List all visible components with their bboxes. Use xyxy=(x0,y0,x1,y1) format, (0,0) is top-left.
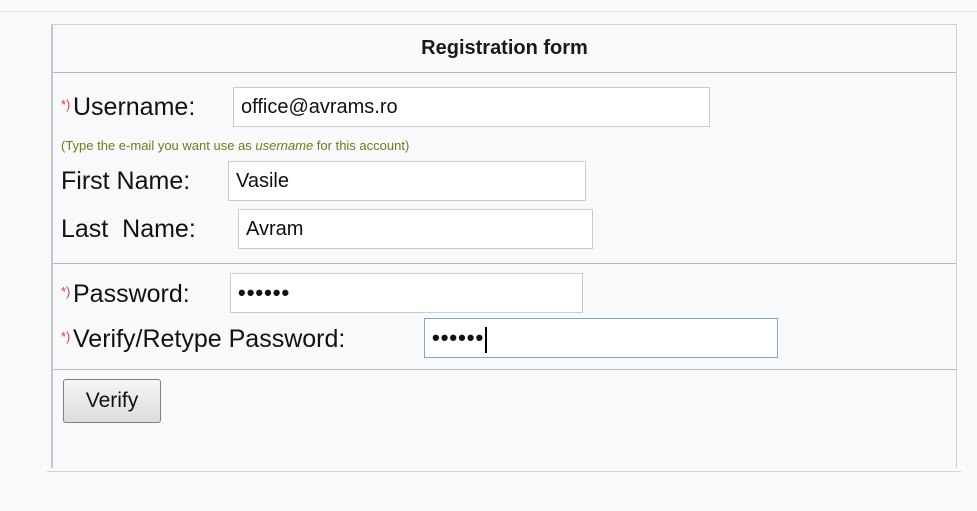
last-name-input[interactable] xyxy=(238,209,593,249)
text-caret xyxy=(485,326,488,353)
name-section-divider xyxy=(53,263,956,264)
username-row: *) Username: xyxy=(61,89,195,125)
verify-button[interactable]: Verify xyxy=(63,379,161,423)
verify-password-masked-value: •••••• xyxy=(432,325,485,350)
username-hint-text-end: for this account) xyxy=(313,138,410,153)
password-masked-value: •••••• xyxy=(238,280,291,305)
first-name-row: First Name: xyxy=(61,163,190,199)
verify-password-input[interactable]: •••••• xyxy=(424,318,778,358)
verify-password-row: *) Verify/Retype Password: xyxy=(61,321,345,357)
password-row: *) Password: xyxy=(61,276,190,312)
header-divider xyxy=(53,72,956,73)
registration-form: Registration form *) Username: (Type the… xyxy=(51,24,957,468)
required-marker: *) xyxy=(61,96,71,112)
verify-password-label: Verify/Retype Password: xyxy=(73,324,346,353)
username-input[interactable] xyxy=(233,87,710,127)
page-bottom-rule xyxy=(47,471,961,472)
required-marker: *) xyxy=(61,328,71,344)
password-input[interactable]: •••••• xyxy=(230,273,583,313)
password-section-divider xyxy=(53,369,956,370)
first-name-label: First Name: xyxy=(61,166,191,195)
username-hint-emphasis: username xyxy=(255,138,314,153)
last-name-label: Last Name: xyxy=(61,214,196,243)
first-name-input[interactable] xyxy=(228,161,586,201)
form-title: Registration form xyxy=(421,37,588,59)
required-marker: *) xyxy=(61,283,71,299)
username-hint: (Type the e-mail you want use as usernam… xyxy=(61,138,409,153)
password-label: Password: xyxy=(73,279,190,308)
page-top-rule xyxy=(0,11,977,12)
last-name-row: Last Name: xyxy=(61,211,196,247)
username-label: Username: xyxy=(73,92,196,121)
username-hint-text: (Type the e-mail you want use as xyxy=(61,138,256,153)
